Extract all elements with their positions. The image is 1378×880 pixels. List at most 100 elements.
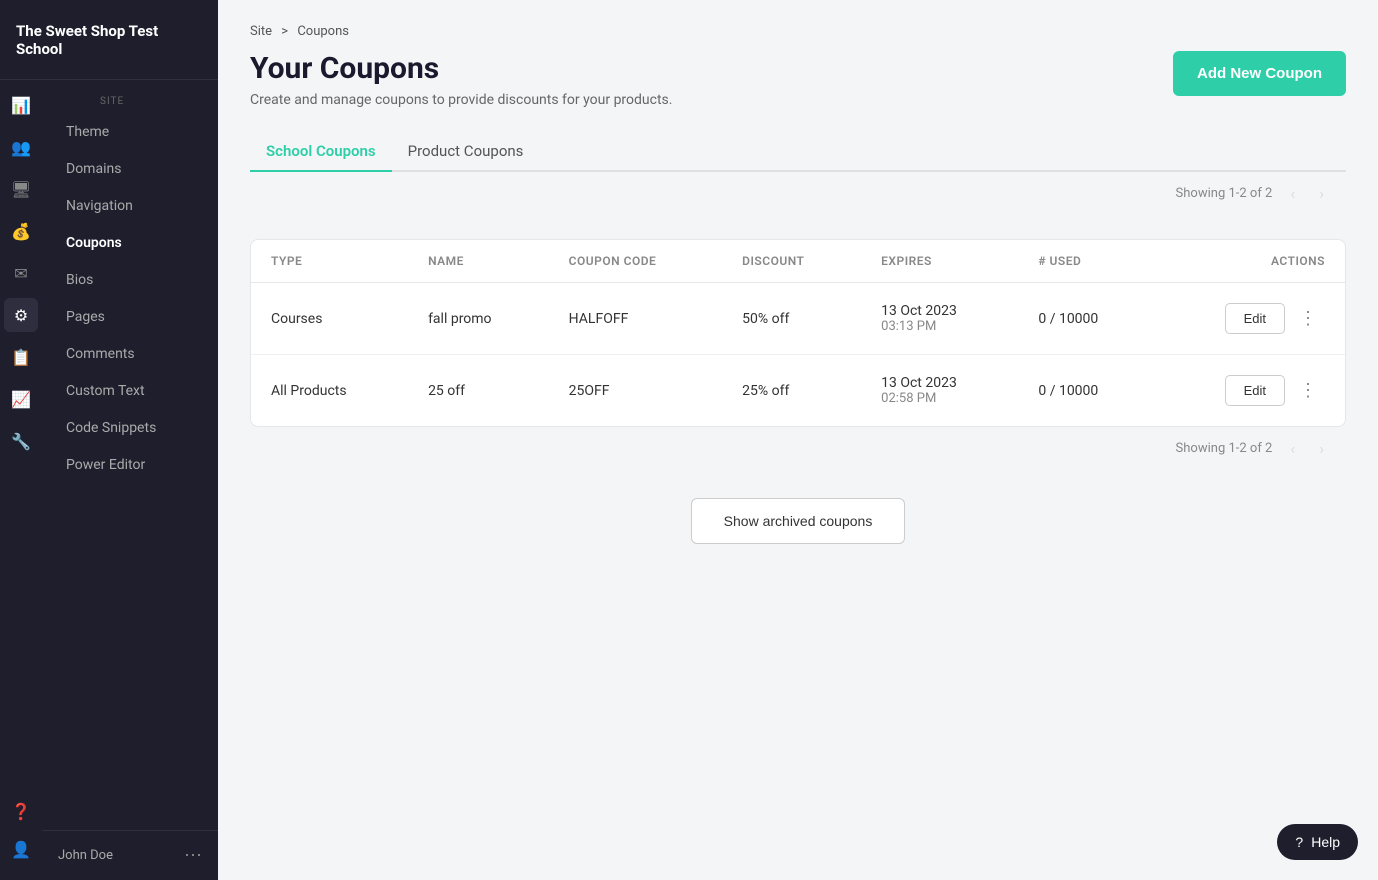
sidebar-item-domains[interactable]: Domains (50, 151, 210, 187)
pagination-next-bottom[interactable]: › (1313, 437, 1330, 460)
tab-school-coupons[interactable]: School Coupons (250, 132, 392, 172)
row2-actions-cell: Edit ⋮ (1174, 375, 1325, 406)
sidebar-item-comments[interactable]: Comments (50, 336, 210, 372)
pagination-prev-bottom[interactable]: ‹ (1284, 437, 1301, 460)
sidebar-item-pages[interactable]: Pages (50, 299, 210, 335)
pagination-top: Showing 1-2 of 2 ‹ › (250, 172, 1346, 215)
row2-name: 25 off (408, 355, 549, 427)
sidebar-item-power-editor-label: Power Editor (66, 457, 145, 473)
nav-icon-mail[interactable]: ✉ (4, 256, 38, 290)
pagination-prev-top[interactable]: ‹ (1284, 182, 1301, 205)
sidebar-section-label: SITE (84, 80, 218, 113)
row2-discount: 25% off (722, 355, 861, 427)
col-header-actions: ACTIONS (1154, 240, 1345, 283)
sidebar-item-custom-text-label: Custom Text (66, 383, 145, 399)
add-new-coupon-button[interactable]: Add New Coupon (1173, 51, 1346, 96)
nav-icon-analytics[interactable]: 📊 (4, 88, 38, 122)
content-area: Site > Coupons Your Coupons Create and m… (218, 0, 1378, 880)
breadcrumb-current: Coupons (297, 24, 349, 39)
breadcrumb-site[interactable]: Site (250, 24, 272, 39)
sidebar-item-coupons-label: Coupons (66, 235, 122, 251)
sidebar-item-bios[interactable]: Bios (50, 262, 210, 298)
page-header: Your Coupons Create and manage coupons t… (250, 51, 1346, 108)
row2-actions: Edit ⋮ (1154, 355, 1345, 427)
row1-name: fall promo (408, 283, 549, 355)
help-button[interactable]: ? Help (1277, 824, 1358, 860)
row2-more-button[interactable]: ⋮ (1291, 376, 1325, 405)
row2-expires-line2: 02:58 PM (881, 391, 998, 406)
row2-expires: 13 Oct 2023 02:58 PM (861, 355, 1018, 427)
row1-discount: 50% off (722, 283, 861, 355)
row1-edit-button[interactable]: Edit (1225, 303, 1285, 334)
sidebar-item-navigation-label: Navigation (66, 198, 133, 214)
sidebar-item-code-snippets[interactable]: Code Snippets (50, 410, 210, 446)
col-header-name: NAME (408, 240, 549, 283)
nav-icon-tools[interactable]: 🔧 (4, 424, 38, 458)
coupons-table: TYPE NAME COUPON CODE DISCOUNT EXPIRES #… (251, 240, 1345, 426)
row1-expires: 13 Oct 2023 03:13 PM (861, 283, 1018, 355)
pagination-label-bottom: Showing 1-2 of 2 (1176, 441, 1273, 456)
show-archived-button[interactable]: Show archived coupons (691, 498, 906, 544)
sidebar-item-coupons[interactable]: Coupons (50, 225, 210, 261)
page-subtitle: Create and manage coupons to provide dis… (250, 92, 672, 108)
breadcrumb: Site > Coupons (250, 24, 1346, 39)
col-header-coupon-code: COUPON CODE (549, 240, 722, 283)
col-header-discount: DISCOUNT (722, 240, 861, 283)
school-logo: The Sweet Shop Test School (0, 0, 218, 80)
row1-type: Courses (251, 283, 408, 355)
row2-used: 0 / 10000 (1018, 355, 1154, 427)
nav-icon-user[interactable]: 👤 (4, 832, 38, 866)
row1-expires-line1: 13 Oct 2023 (881, 303, 998, 319)
school-name: The Sweet Shop Test School (16, 22, 202, 58)
row1-used: 0 / 10000 (1018, 283, 1154, 355)
row1-coupon-code: HALFOFF (549, 283, 722, 355)
sidebar-item-domains-label: Domains (66, 161, 121, 177)
pagination-next-top[interactable]: › (1313, 182, 1330, 205)
col-header-expires: EXPIRES (861, 240, 1018, 283)
breadcrumb-separator: > (281, 24, 288, 39)
sidebar-item-code-snippets-label: Code Snippets (66, 420, 156, 436)
tabs: School Coupons Product Coupons (250, 132, 1346, 172)
sidebar-icon-nav: 📊 👥 🖥 💰 ✉ ⚙ 📋 📈 🔧 ❓ 👤 (0, 80, 42, 880)
nav-icon-analytics2[interactable]: 📈 (4, 382, 38, 416)
sidebar-more-icon[interactable]: ⋯ (184, 845, 202, 866)
page-title-block: Your Coupons Create and manage coupons t… (250, 51, 672, 108)
col-header-used: # USED (1018, 240, 1154, 283)
sidebar-user-name: John Doe (58, 848, 113, 863)
sidebar-item-pages-label: Pages (66, 309, 105, 325)
nav-icon-settings[interactable]: ⚙ (4, 298, 38, 332)
sidebar-item-navigation[interactable]: Navigation (50, 188, 210, 224)
row1-more-button[interactable]: ⋮ (1291, 304, 1325, 333)
coupons-table-card: TYPE NAME COUPON CODE DISCOUNT EXPIRES #… (250, 239, 1346, 427)
tab-product-coupons[interactable]: Product Coupons (392, 132, 540, 172)
row1-actions-cell: Edit ⋮ (1174, 303, 1325, 334)
table-header-row: TYPE NAME COUPON CODE DISCOUNT EXPIRES #… (251, 240, 1345, 283)
row1-actions: Edit ⋮ (1154, 283, 1345, 355)
row2-type: All Products (251, 355, 408, 427)
sidebar-item-custom-text[interactable]: Custom Text (50, 373, 210, 409)
sidebar-item-comments-label: Comments (66, 346, 135, 362)
sidebar: The Sweet Shop Test School 📊 👥 🖥 💰 ✉ ⚙ 📋… (0, 0, 218, 880)
row1-expires-line2: 03:13 PM (881, 319, 998, 334)
row2-coupon-code: 25OFF (549, 355, 722, 427)
help-label: Help (1311, 834, 1340, 850)
pagination-label-top: Showing 1-2 of 2 (1176, 186, 1273, 201)
nav-icon-help[interactable]: ❓ (4, 794, 38, 828)
nav-icon-users[interactable]: 👥 (4, 130, 38, 164)
help-icon: ? (1295, 834, 1303, 850)
sidebar-item-theme-label: Theme (66, 124, 109, 140)
pagination-bottom: Showing 1-2 of 2 ‹ › (250, 427, 1346, 470)
nav-icon-pages2[interactable]: 📋 (4, 340, 38, 374)
nav-icon-layout[interactable]: 🖥 (4, 172, 38, 206)
sidebar-item-power-editor[interactable]: Power Editor (50, 447, 210, 483)
row2-expires-line1: 13 Oct 2023 (881, 375, 998, 391)
col-header-type: TYPE (251, 240, 408, 283)
sidebar-item-theme[interactable]: Theme (50, 114, 210, 150)
table-row: Courses fall promo HALFOFF 50% off 13 Oc… (251, 283, 1345, 355)
main-content: Site > Coupons Your Coupons Create and m… (218, 0, 1378, 880)
sidebar-item-bios-label: Bios (66, 272, 93, 288)
nav-icon-money[interactable]: 💰 (4, 214, 38, 248)
sidebar-footer[interactable]: John Doe ⋯ (42, 830, 218, 880)
row2-edit-button[interactable]: Edit (1225, 375, 1285, 406)
page-title: Your Coupons (250, 51, 672, 86)
